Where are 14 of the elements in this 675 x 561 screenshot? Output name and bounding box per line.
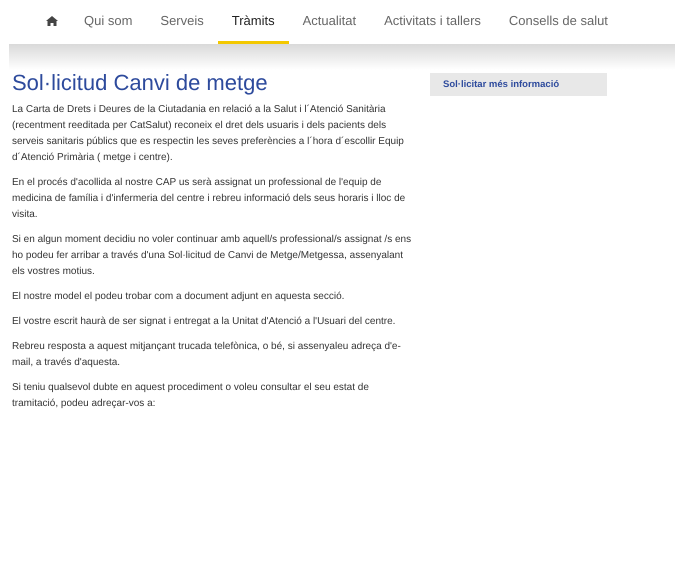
- paragraph: Rebreu resposta a aquest mitjançant trucada telefònica, o bé, si assenyaleu adreça d'e-mail, a través d'aquesta.: [12, 340, 402, 370]
- paragraph: La Carta de Drets i Deures de la Ciutadania en relació a la Salut i l´Atenció Sanitària (recentment reeditada per CatSalut) reconeix el dret dels usuaris i dels pacients dels serveis sanitaris públics que es respectin les seves preferències a l´hora d´escollir Equip d´Atenció Primària ( metge i centre).: [12, 103, 405, 165]
- request-info-link[interactable]: Sol·licitar més informació: [430, 73, 607, 96]
- nav-tab[interactable]: Qui som: [70, 0, 146, 44]
- paragraph: El nostre model el podeu trobar com a document adjunt en aquesta secció.: [12, 290, 346, 304]
- paragraph: Si teniu qualsevol dubte en aquest procediment o voleu consultar el seu estat de tramitació, podeu adreçar-vos a:: [12, 381, 370, 411]
- nav-tab[interactable]: Serveis: [146, 0, 218, 44]
- paragraph: En el procés d'acollida al nostre CAP us serà assignat un professional de l'equip de medicina de família i d'infermeria del centre i rebreu informació dels seus horaris i lloc de visita.: [12, 176, 406, 222]
- paragraph: El vostre escrit haurà de ser signat i entregat a la Unitat d'Atenció a l'Usuari del centre.: [12, 315, 396, 329]
- nav-tab[interactable]: Actualitat: [288, 0, 370, 44]
- nav-tab[interactable]: Activitats i tallers: [370, 0, 495, 44]
- nav-tab[interactable]: Consells de salut: [494, 0, 622, 44]
- page-title: Sol·licitud Canvi de metge: [12, 70, 269, 96]
- paragraph: Si en algun moment decidiu no voler continuar amb aquell/s professional/s assignat /s ens ho podeu fer arribar a través d'una Sol·licitud de Canvi de Metge/Metgessa, assenyalant els vostres motius.: [12, 233, 412, 279]
